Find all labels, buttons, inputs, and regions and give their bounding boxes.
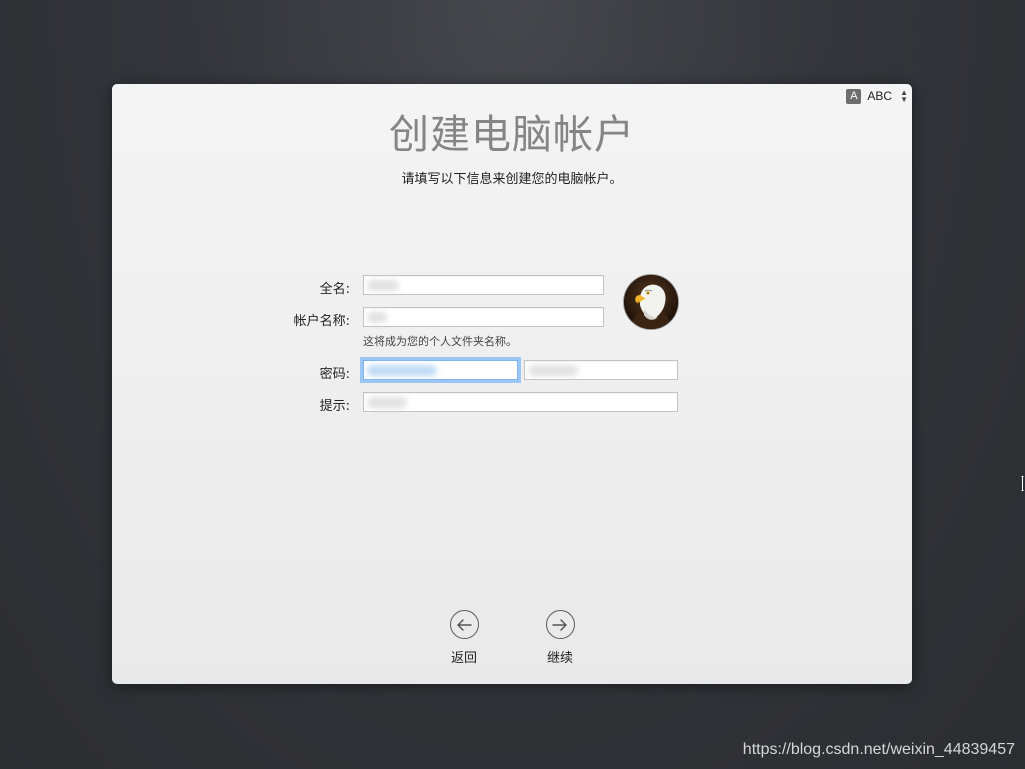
page-subtitle: 请填写以下信息来创建您的电脑帐户。	[401, 172, 623, 187]
watermark: https://blog.csdn.net/weixin_44839457	[742, 741, 1015, 758]
password-value	[367, 365, 437, 376]
arrow-left-icon	[449, 610, 479, 639]
hint-value	[367, 397, 407, 408]
verify-password-field[interactable]	[524, 360, 678, 380]
verify-password-value	[528, 365, 578, 376]
account-name-field[interactable]	[363, 307, 604, 327]
text-cursor-icon	[1021, 476, 1024, 491]
full-name-value	[367, 280, 399, 291]
account-name-note: 这将成为您的个人文件夹名称。	[363, 335, 517, 348]
password-label: 密码:	[319, 367, 350, 382]
account-name-label: 帐户名称:	[293, 314, 350, 329]
eagle-avatar	[624, 275, 678, 329]
password-field[interactable]	[363, 360, 518, 380]
full-name-label: 全名:	[319, 282, 350, 297]
chevron-updown-icon: ▲ ▼	[900, 88, 908, 104]
back-label: 返回	[450, 651, 477, 666]
user-avatar[interactable]	[624, 275, 678, 329]
back-button[interactable]: 返回	[434, 610, 494, 666]
continue-button[interactable]: 继续	[530, 610, 590, 666]
hint-field[interactable]	[363, 392, 678, 412]
page-title: 创建电脑帐户	[389, 112, 635, 158]
continue-label: 继续	[546, 651, 573, 666]
account-name-value	[367, 312, 387, 323]
input-source-label: ABC	[867, 89, 893, 103]
setup-window: A ABC ▲ ▼ 创建电脑帐户 请填写以下信息来创建您的电脑帐户。 全名: 帐户…	[112, 84, 912, 684]
arrow-right-icon	[545, 610, 575, 639]
hint-label: 提示:	[319, 399, 350, 414]
full-name-field[interactable]	[363, 275, 604, 295]
